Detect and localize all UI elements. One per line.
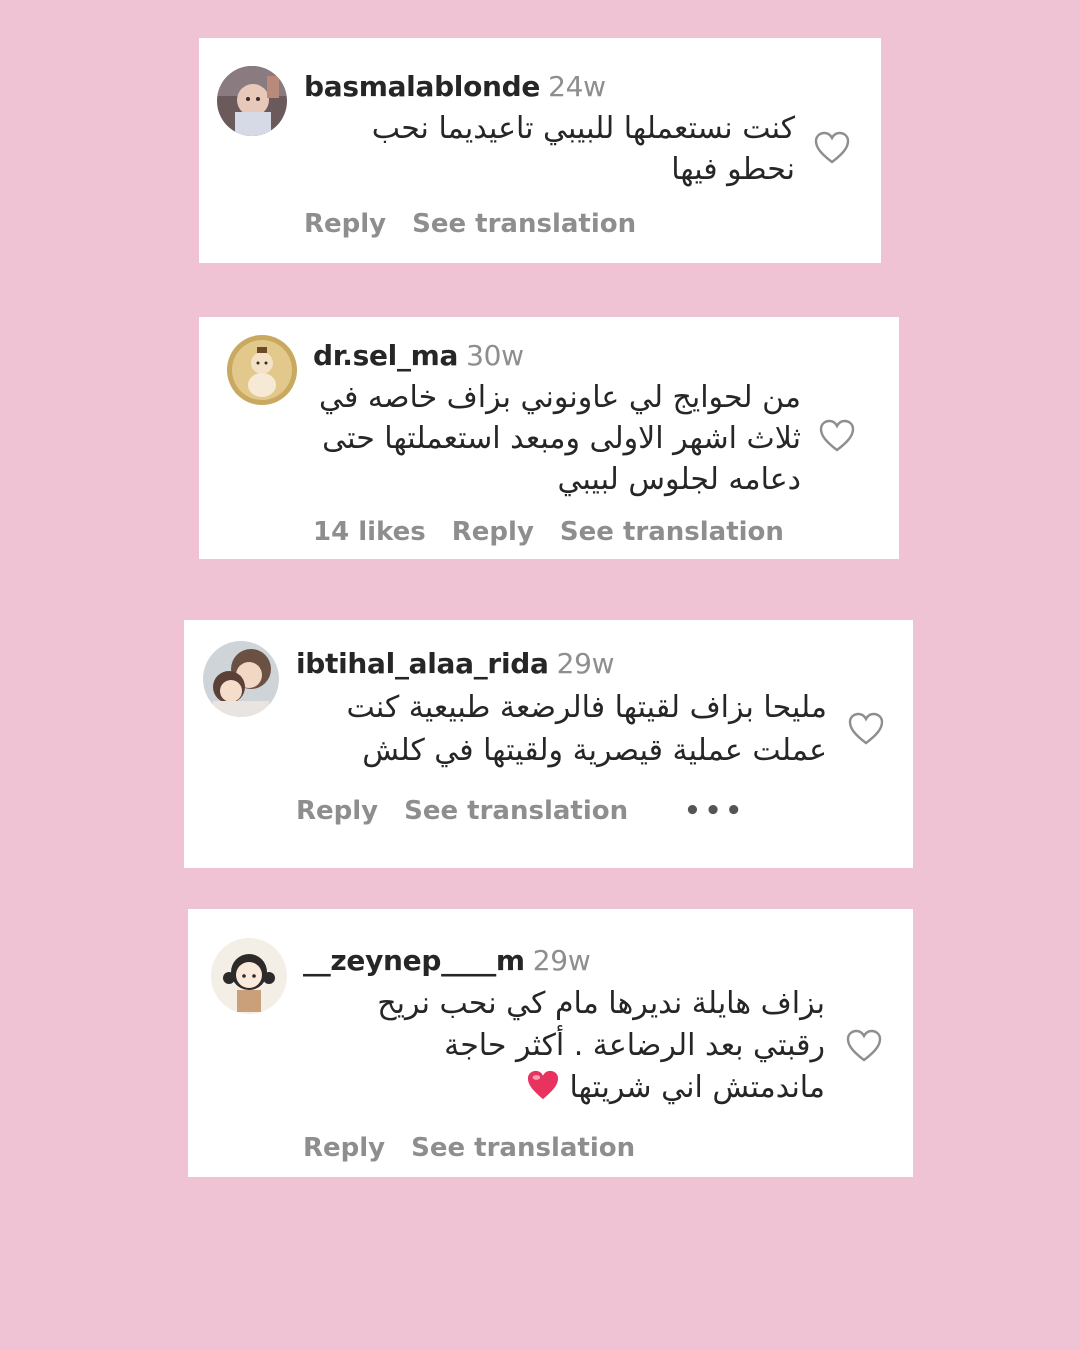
avatar[interactable] [217,66,287,136]
comment-line: مليحا بزاف لقيتها فالرضعة طبيعية كنت [346,690,827,725]
comment-card: __zeynep____m 29w بزاف هايلة نديرها مام ك… [188,909,913,1177]
timestamp[interactable]: 29w [533,944,591,977]
comment-header: ibtihal_alaa_rida 29w [296,647,615,681]
reply-button[interactable]: Reply [452,516,534,548]
baby-photo-avatar-icon [217,66,287,136]
reply-button[interactable]: Reply [304,208,386,240]
avatar[interactable] [227,335,297,405]
see-translation-button[interactable]: See translation [560,516,784,548]
comment-actions: Reply See translation [303,1132,661,1164]
comment-card: dr.sel_ma 30w من لحوايج لي عاونوني بزاف خ… [199,317,899,559]
comment-card: basmalablonde 24w كنت نستعملها للبيبي تاع… [199,38,881,263]
comment-line: من لحوايج لي عاونوني بزاف خاصه في [319,380,801,415]
mother-baby-avatar-icon [203,641,279,717]
comment-line: بزاف هايلة نديرها مام كي نحب نريح [377,986,825,1021]
reply-button[interactable]: Reply [303,1132,385,1164]
comment-text: بزاف هايلة نديرها مام كي نحب نريح رقبتي … [377,983,825,1109]
comment-card: ibtihal_alaa_rida 29w مليحا بزاف لقيتها ف… [184,620,913,868]
baby-drawing-avatar-icon [227,335,297,405]
username[interactable]: basmalablonde [304,70,540,103]
comment-line: ماندمتش اني شريتها [377,1067,825,1109]
like-heart-button[interactable] [848,712,884,746]
heart-outline-icon [846,1029,882,1062]
comment-text: كنت نستعملها للبيبي تاعيديما نحب نحطو في… [372,108,795,190]
timestamp[interactable]: 24w [548,70,606,103]
comment-header: __zeynep____m 29w [303,944,591,978]
like-heart-button[interactable] [819,419,855,453]
see-translation-button[interactable]: See translation [411,1132,635,1164]
comment-header: dr.sel_ma 30w [313,339,524,373]
comment-actions: 14 likes Reply See translation [313,516,810,548]
comment-line: ثلاث اشهر الاولى ومبعد استعملتها حتى [322,421,801,456]
heart-outline-icon [819,419,855,452]
timestamp[interactable]: 30w [466,339,524,372]
comment-line: كنت نستعملها للبيبي تاعيديما نحب [371,111,795,146]
username[interactable]: dr.sel_ma [313,339,458,372]
comment-line: نحطو فيها [671,152,795,187]
timestamp[interactable]: 29w [557,647,615,680]
see-translation-button[interactable]: See translation [404,795,628,827]
avatar[interactable] [211,938,287,1014]
username[interactable]: ibtihal_alaa_rida [296,647,549,680]
red-heart-emoji-icon [527,1070,559,1100]
like-count[interactable]: 14 likes [313,516,426,548]
heart-outline-icon [848,712,884,745]
like-heart-button[interactable] [814,131,850,165]
comment-line: عملت عملية قيصرية ولقيتها في كلش [362,733,827,768]
avatar[interactable] [203,641,279,717]
like-heart-button[interactable] [846,1029,882,1063]
comment-line: دعامه لجلوس لبيبي [557,462,802,497]
comment-text: مليحا بزاف لقيتها فالرضعة طبيعية كنت عمل… [346,686,827,772]
comment-line-text: ماندمتش اني شريتها [569,1070,826,1105]
comment-actions: Reply See translation [304,208,662,240]
reply-button[interactable]: Reply [296,795,378,827]
username[interactable]: __zeynep____m [303,944,525,977]
cartoon-girl-avatar-icon [211,938,287,1014]
see-translation-button[interactable]: See translation [412,208,636,240]
comment-header: basmalablonde 24w [304,70,606,104]
comment-line: رقبتي بعد الرضاعة . أكثر حاجة [444,1028,825,1063]
comment-actions: Reply See translation ••• [296,795,772,827]
heart-outline-icon [814,131,850,164]
comment-text: من لحوايج لي عاونوني بزاف خاصه في ثلاث ا… [319,377,801,500]
more-options-button[interactable]: ••• [684,795,746,827]
